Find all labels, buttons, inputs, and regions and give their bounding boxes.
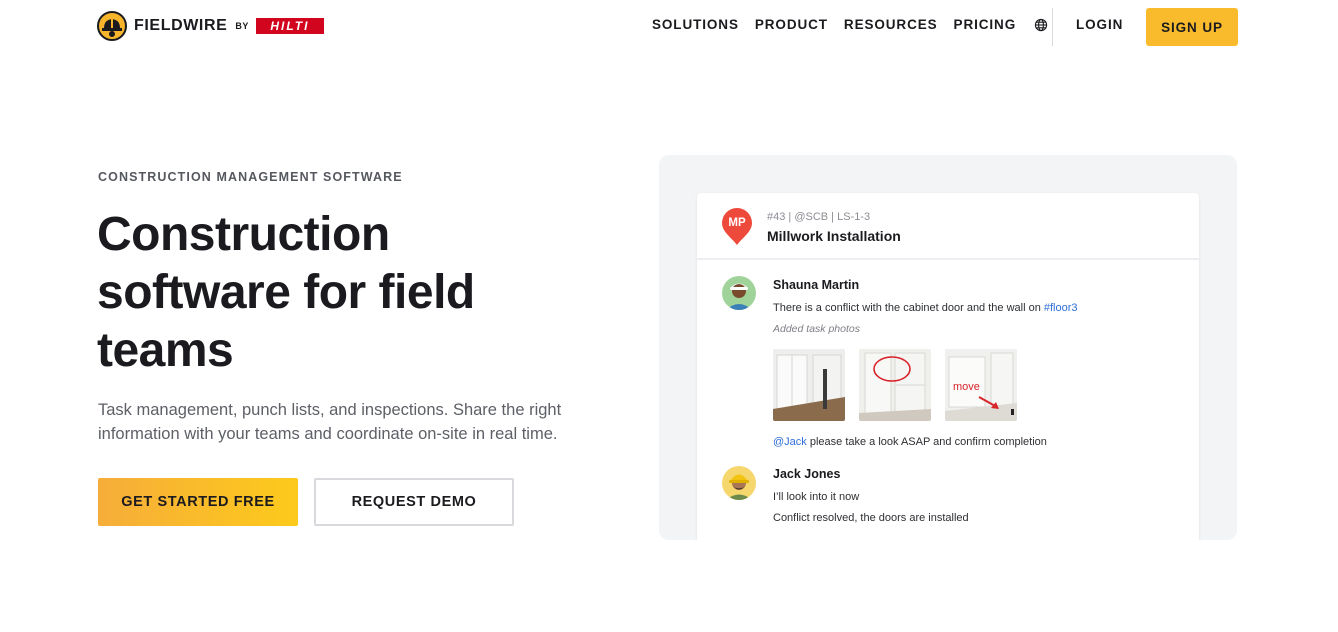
nav-link-product[interactable]: PRODUCT (755, 17, 828, 32)
comment-text: I’ll look into it now (773, 491, 860, 503)
floor-hashtag-link[interactable]: #floor3 (1044, 302, 1078, 314)
task-photo-3[interactable]: move (945, 349, 1017, 421)
logo-wordmark: FIELDWIRE (134, 17, 228, 34)
task-card: MP #43 | @SCB | LS-1-3 Millwork Installa… (697, 193, 1199, 540)
pin-initials: MP (728, 217, 746, 229)
nav-link-resources[interactable]: RESOURCES (844, 17, 938, 32)
comment-text: There is a conflict with the cabinet doo… (773, 302, 1078, 314)
task-meta: #43 | @SCB | LS-1-3 (767, 211, 871, 223)
comment-text: Conflict resolved, the doors are install… (773, 512, 969, 524)
logo-by-text: BY (235, 21, 249, 31)
comment-text-body: There is a conflict with the cabinet doo… (773, 302, 1044, 314)
photo-annotation: move (953, 381, 980, 393)
hero-headline: Construction software for field teams (97, 206, 567, 380)
task-title: Millwork Installation (767, 228, 901, 244)
task-photo-2[interactable] (859, 349, 931, 421)
nav-link-pricing[interactable]: PRICING (954, 17, 1017, 32)
avatar-shauna (722, 276, 756, 310)
hero-subtext: Task management, punch lists, and inspec… (98, 401, 562, 443)
main-nav-links: SOLUTIONS PRODUCT RESOURCES PRICING (652, 17, 1048, 32)
comment-note: Added task photos (773, 323, 860, 335)
hilti-logo: HILTI (255, 18, 324, 34)
hero-eyebrow: CONSTRUCTION MANAGEMENT SOFTWARE (98, 170, 403, 184)
task-header: MP #43 | @SCB | LS-1-3 Millwork Installa… (697, 193, 1199, 260)
request-demo-button[interactable]: REQUEST DEMO (314, 478, 514, 526)
product-preview-panel: MP #43 | @SCB | LS-1-3 Millwork Installa… (659, 155, 1237, 540)
headline-line-3: teams (97, 324, 234, 377)
headline-line-2: software for field (97, 266, 475, 319)
comment-author: Jack Jones (773, 467, 841, 481)
nav-link-solutions[interactable]: SOLUTIONS (652, 17, 739, 32)
comment-author: Shauna Martin (773, 278, 860, 292)
mention-jack-link[interactable]: @Jack (773, 436, 807, 448)
headline-line-1: Construction (97, 208, 390, 261)
fieldwire-logo[interactable]: FIELDWIRE BY HILTI (97, 11, 324, 41)
top-nav: FIELDWIRE BY HILTI SOLUTIONS PRODUCT RES… (0, 0, 1338, 54)
mention-text: please take a look ASAP and confirm comp… (806, 436, 1047, 448)
task-photo-1[interactable] (773, 349, 845, 421)
signup-button[interactable]: SIGN UP (1146, 8, 1238, 46)
get-started-button[interactable]: GET STARTED FREE (98, 478, 298, 526)
hardhat-logo-icon (97, 11, 127, 41)
login-link[interactable]: LOGIN (1076, 17, 1123, 32)
task-pin-icon: MP (721, 208, 753, 246)
comment-mention-line: @Jack please take a look ASAP and confir… (773, 436, 1047, 448)
avatar-jack (722, 466, 756, 500)
globe-icon[interactable] (1034, 18, 1048, 32)
nav-divider (1052, 8, 1053, 46)
